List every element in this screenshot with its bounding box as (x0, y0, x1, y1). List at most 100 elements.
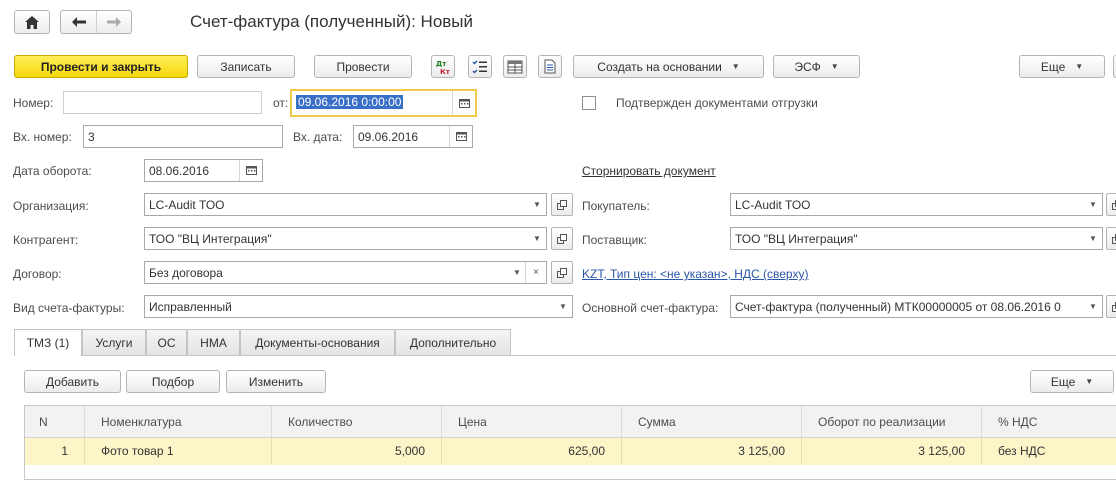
invoice-type-label: Вид счета-фактуры: (13, 301, 125, 315)
buyer-label: Покупатель: (582, 199, 650, 213)
dropdown-button[interactable]: ▼ (1084, 194, 1102, 215)
more-button[interactable]: Еще ▼ (1019, 55, 1105, 78)
table-more-button[interactable]: Еще ▼ (1030, 370, 1114, 393)
svg-text:Кт: Кт (440, 68, 451, 75)
cell-qty: 5,000 (272, 438, 442, 465)
tab-bar-line (14, 355, 1116, 356)
save-button[interactable]: Записать (197, 55, 295, 78)
chevron-down-icon: ▼ (1089, 302, 1097, 311)
cell-price: 625,00 (442, 438, 622, 465)
price-settings-link[interactable]: KZT, Тип цен: <не указан>, НДС (сверху) (582, 267, 808, 281)
dropdown-button[interactable]: ▼ (528, 228, 546, 249)
post-and-close-button[interactable]: Провести и закрыть (14, 55, 188, 78)
column-header-sum[interactable]: Сумма (622, 406, 802, 437)
chevron-down-icon: ▼ (559, 302, 567, 311)
calendar-button[interactable] (449, 126, 472, 147)
open-counterparty-button[interactable] (551, 227, 573, 250)
column-header-vat[interactable]: % НДС (982, 406, 1116, 437)
cell-sum: 3 125,00 (622, 438, 802, 465)
table-row[interactable]: 1 Фото товар 1 5,000 625,00 3 125,00 3 1… (25, 438, 1116, 465)
tab-base-documents[interactable]: Документы-основания (240, 329, 395, 355)
calendar-icon (245, 166, 257, 175)
number-input[interactable] (63, 91, 262, 114)
chevron-down-icon: ▼ (1089, 200, 1097, 209)
tab-services[interactable]: Услуги (82, 329, 146, 355)
contract-select[interactable]: Без договора ▼ × (144, 261, 547, 284)
table-more-label: Еще (1050, 374, 1076, 389)
tab-additional[interactable]: Дополнительно (395, 329, 511, 355)
more-label: Еще (1040, 59, 1066, 74)
open-buyer-button[interactable] (1106, 193, 1116, 216)
report-button[interactable] (503, 55, 527, 78)
add-row-button[interactable]: Добавить (24, 370, 121, 393)
dropdown-button[interactable]: ▼ (528, 194, 546, 215)
dropdown-button[interactable]: ▼ (1084, 228, 1102, 249)
chevron-down-icon: ▼ (533, 234, 541, 243)
supplier-select[interactable]: ТОО "ВЦ Интеграция" ▼ (730, 227, 1103, 250)
open-contract-button[interactable] (551, 261, 573, 284)
tab-os[interactable]: ОС (146, 329, 187, 355)
confirmed-checkbox[interactable] (582, 96, 596, 110)
select-button[interactable]: Подбор (126, 370, 220, 393)
arrow-right-icon (107, 17, 121, 27)
base-invoice-select[interactable]: Счет-фактура (полученный) МТК00000005 от… (730, 295, 1103, 318)
print-document-button[interactable] (538, 55, 562, 78)
structure-button[interactable] (468, 55, 492, 78)
supplier-label: Поставщик: (582, 233, 647, 247)
calendar-button[interactable] (452, 91, 475, 115)
column-header-price[interactable]: Цена (442, 406, 622, 437)
tab-nma[interactable]: НМА (187, 329, 240, 355)
chevron-down-icon: ▼ (513, 268, 521, 277)
in-date-value: 09.06.2016 (358, 130, 419, 144)
in-number-label: Вх. номер: (13, 130, 72, 144)
date-from-input[interactable]: 09.06.2016 0:00:00 (290, 89, 477, 117)
open-base-invoice-button[interactable] (1106, 295, 1116, 318)
invoice-type-select[interactable]: Исправленный ▼ (144, 295, 573, 318)
contract-value: Без договора (149, 266, 223, 280)
buyer-value: LC-Audit ТОО (735, 198, 811, 212)
open-window-icon (1112, 233, 1116, 244)
turnover-date-input[interactable]: 08.06.2016 (144, 159, 263, 182)
home-icon (25, 15, 39, 29)
dt-kt-button[interactable]: Дт Кт (431, 55, 455, 78)
post-button[interactable]: Провести (314, 55, 412, 78)
cell-vat: без НДС (998, 444, 1046, 458)
in-date-input[interactable]: 09.06.2016 (353, 125, 473, 148)
buyer-select[interactable]: LC-Audit ТОО ▼ (730, 193, 1103, 216)
column-header-qty[interactable]: Количество (272, 406, 442, 437)
column-header-turnover[interactable]: Оборот по реализации (802, 406, 982, 437)
open-window-icon (557, 233, 567, 244)
tab-tmz[interactable]: ТМЗ (1) (14, 329, 82, 356)
invoice-type-value: Исправленный (149, 300, 232, 314)
organization-select[interactable]: LC-Audit ТОО ▼ (144, 193, 547, 216)
close-icon: × (533, 267, 539, 278)
home-button[interactable] (14, 10, 50, 34)
storno-link[interactable]: Сторнировать документ (582, 164, 716, 178)
open-organization-button[interactable] (551, 193, 573, 216)
forward-button[interactable] (97, 11, 131, 33)
back-button[interactable] (61, 11, 97, 33)
document-icon (544, 59, 556, 74)
dropdown-button[interactable]: ▼ (554, 296, 572, 317)
in-number-input[interactable]: 3 (83, 125, 283, 148)
calendar-button[interactable] (239, 160, 262, 181)
chevron-down-icon: ▼ (1085, 377, 1094, 386)
list-check-icon (472, 60, 487, 73)
counterparty-select[interactable]: ТОО "ВЦ Интеграция" ▼ (144, 227, 547, 250)
chevron-down-icon: ▼ (533, 200, 541, 209)
esf-button[interactable]: ЭСФ ▼ (773, 55, 860, 78)
open-window-icon (557, 199, 567, 210)
column-header-n[interactable]: N (25, 406, 85, 437)
calendar-icon (458, 98, 470, 108)
change-button[interactable]: Изменить (226, 370, 326, 393)
dropdown-button[interactable]: ▼ (1084, 296, 1102, 317)
clear-button[interactable]: × (525, 262, 546, 283)
column-header-item[interactable]: Номенклатура (85, 406, 272, 437)
date-from-value: 09.06.2016 0:00:00 (296, 95, 404, 109)
open-supplier-button[interactable] (1106, 227, 1116, 250)
create-based-on-button[interactable]: Создать на основании ▼ (573, 55, 764, 78)
dropdown-button[interactable]: ▼ (508, 262, 526, 283)
counterparty-label: Контрагент: (13, 233, 79, 247)
calendar-icon (455, 132, 467, 141)
chevron-down-icon: ▼ (1075, 62, 1084, 71)
